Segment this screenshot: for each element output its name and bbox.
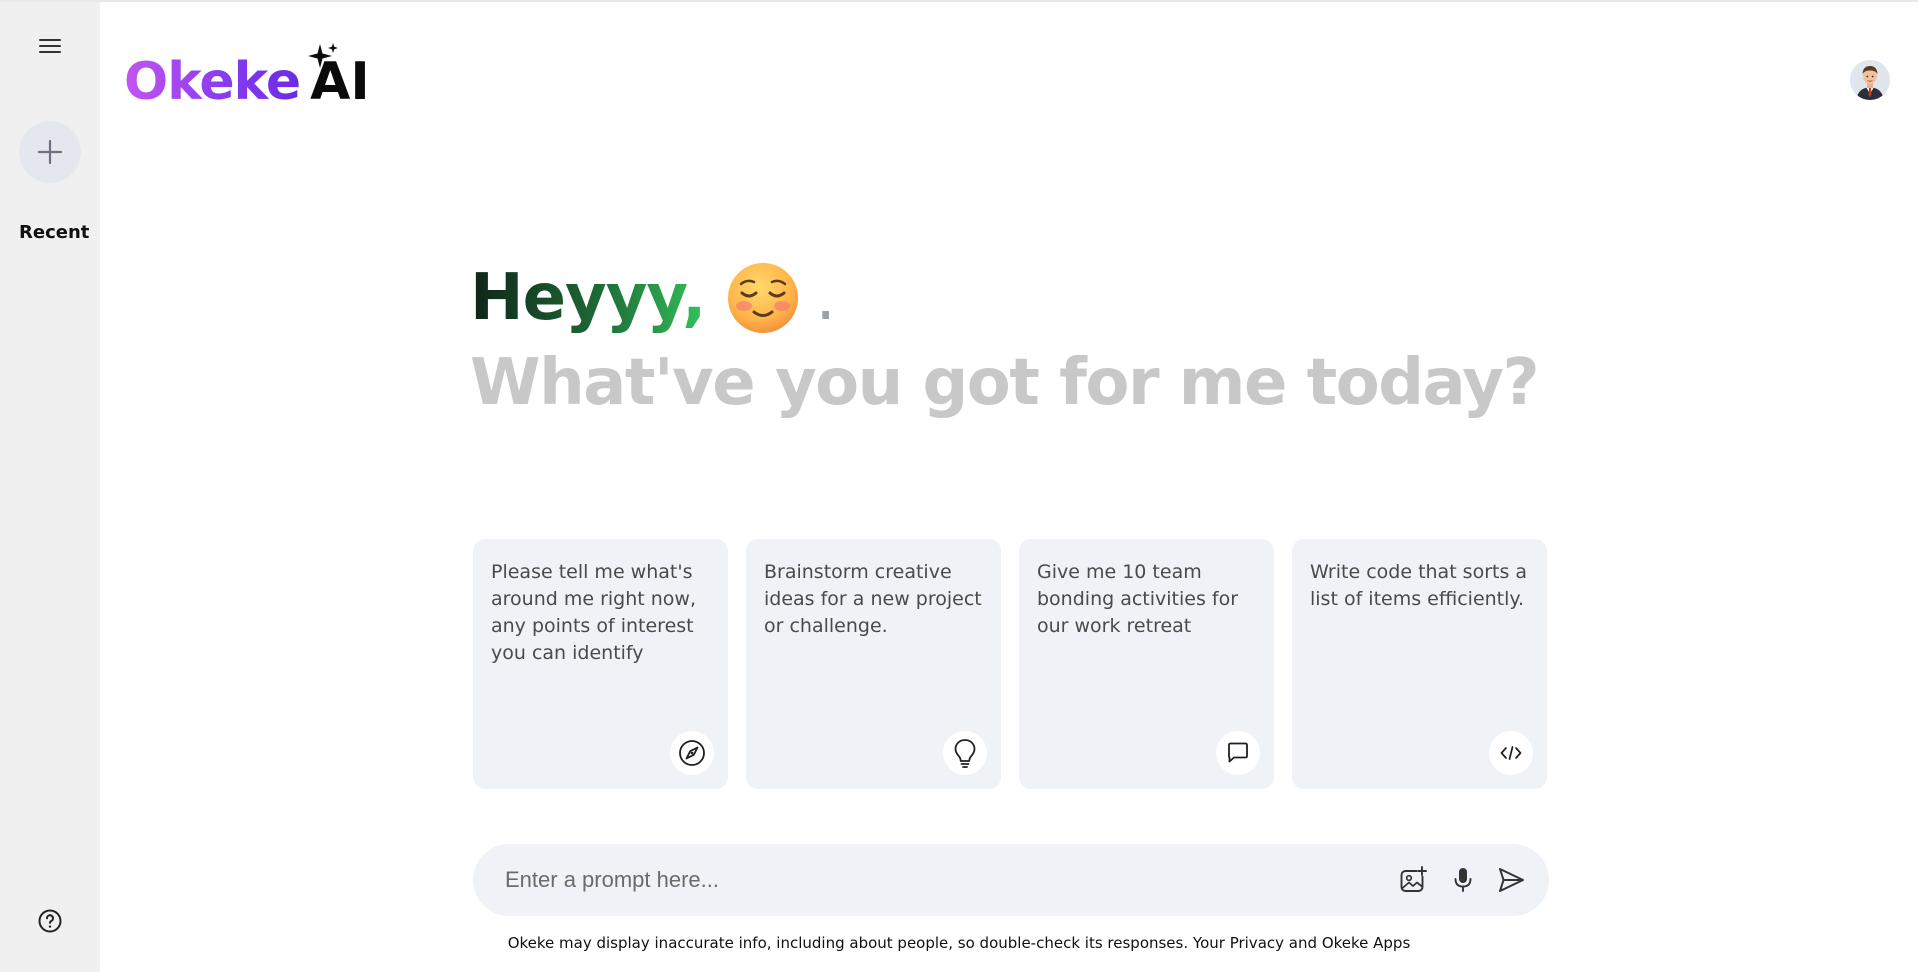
suggestion-card-brainstorm[interactable]: Brainstorm creative ideas for a new proj… xyxy=(746,539,1001,789)
disclaimer: Okeke may display inaccurate info, inclu… xyxy=(0,934,1918,952)
suggestion-card-code[interactable]: Write code that sorts a list of items ef… xyxy=(1292,539,1547,789)
logo[interactable]: Okeke AI xyxy=(124,38,370,108)
disclaimer-text: Okeke may display inaccurate info, inclu… xyxy=(507,934,1189,952)
top-divider xyxy=(0,0,1918,2)
send-icon[interactable] xyxy=(1493,862,1529,898)
greeting-dot: . xyxy=(815,261,836,335)
suggestion-cards: Please tell me what's around me right no… xyxy=(473,539,1547,789)
add-image-icon[interactable] xyxy=(1395,862,1431,898)
suggestion-card-text: Please tell me what's around me right no… xyxy=(491,561,697,664)
greeting-line: Heyyy, . xyxy=(470,258,836,338)
logo-ai-text: AI xyxy=(308,43,370,108)
greeting-text: Heyyy, xyxy=(470,261,706,335)
prompt-input[interactable] xyxy=(505,844,1385,916)
disclaimer-and: and xyxy=(1288,934,1318,952)
privacy-link[interactable]: Your Privacy xyxy=(1193,934,1284,952)
greeting-subtitle: What've you got for me today? xyxy=(470,346,1540,420)
sparkles-icon xyxy=(308,43,339,68)
new-chat-button[interactable] xyxy=(19,121,81,183)
prompt-bar xyxy=(473,844,1549,916)
chat-bubble-icon xyxy=(1216,731,1260,775)
logo-text: Okeke xyxy=(124,52,301,112)
code-icon xyxy=(1489,731,1533,775)
plus-icon xyxy=(37,139,63,165)
compass-icon xyxy=(670,731,714,775)
lightbulb-icon xyxy=(943,731,987,775)
hamburger-menu-icon[interactable] xyxy=(36,34,64,58)
microphone-icon[interactable] xyxy=(1445,862,1481,898)
question-circle-icon[interactable] xyxy=(36,907,64,935)
suggestion-card-text: Brainstorm creative ideas for a new proj… xyxy=(764,561,982,637)
recent-label: Recent xyxy=(19,222,90,243)
user-avatar[interactable] xyxy=(1850,60,1890,100)
suggestion-card-team-bonding[interactable]: Give me 10 team bonding activities for o… xyxy=(1019,539,1274,789)
sidebar: Recent xyxy=(0,2,100,972)
suggestion-card-nearby[interactable]: Please tell me what's around me right no… xyxy=(473,539,728,789)
okeke-apps-link[interactable]: Okeke Apps xyxy=(1322,934,1410,952)
suggestion-card-text: Write code that sorts a list of items ef… xyxy=(1310,561,1528,610)
relieved-face-emoji xyxy=(728,263,799,333)
suggestion-card-text: Give me 10 team bonding activities for o… xyxy=(1037,561,1239,637)
